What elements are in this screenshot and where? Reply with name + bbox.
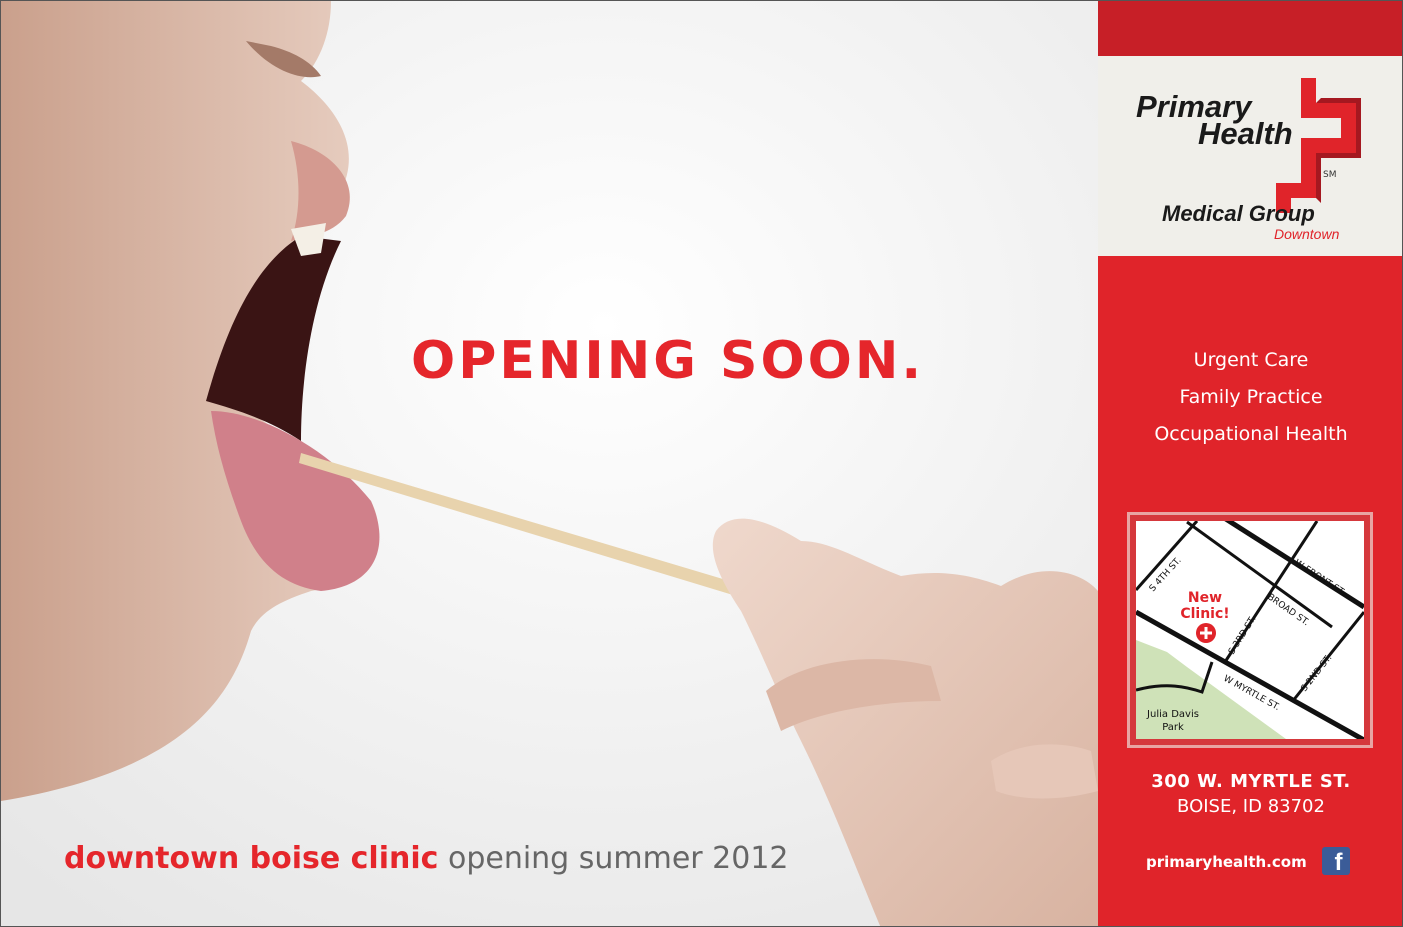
address-street: 300 W. MYRTLE ST. <box>1151 771 1351 792</box>
tagline-strong: downtown boise clinic <box>64 841 439 876</box>
location-map: S 4TH ST. W FRONT ST. BROAD ST. S 3RD ST… <box>1127 512 1373 748</box>
label-new: New <box>1188 590 1222 606</box>
service-urgent-care: Urgent Care <box>1193 349 1309 371</box>
panel-top-band <box>1098 1 1402 56</box>
advertisement: OPENING SOON. downtown boise clinic open… <box>0 0 1403 927</box>
tagline: downtown boise clinic opening summer 201… <box>64 841 789 876</box>
website-link[interactable]: primaryhealth.com <box>1146 853 1307 871</box>
label-park-1: Julia Davis <box>1146 709 1199 720</box>
address-city: BOISE, ID 83702 <box>1177 796 1325 817</box>
info-panel: Primary Health SM Medical Group Downtown… <box>1098 1 1402 926</box>
logo-health: Health <box>1198 116 1293 151</box>
label-park-2: Park <box>1162 722 1184 733</box>
facebook-icon[interactable]: f <box>1322 847 1350 876</box>
logo: Primary Health SM Medical Group Downtown <box>1098 56 1402 256</box>
label-clinic: Clinic! <box>1180 606 1229 622</box>
logo-medical-group: Medical Group <box>1162 201 1315 226</box>
headline: OPENING SOON. <box>411 331 925 391</box>
logo-service-mark: SM <box>1323 170 1337 180</box>
service-occupational-health: Occupational Health <box>1154 423 1348 445</box>
tongue-depressor-photo <box>1 1 1098 926</box>
logo-downtown: Downtown <box>1274 226 1340 242</box>
service-family-practice: Family Practice <box>1179 386 1323 408</box>
services-list: Urgent Care Family Practice Occupational… <box>1098 346 1402 457</box>
tagline-rest: opening summer 2012 <box>438 841 789 876</box>
